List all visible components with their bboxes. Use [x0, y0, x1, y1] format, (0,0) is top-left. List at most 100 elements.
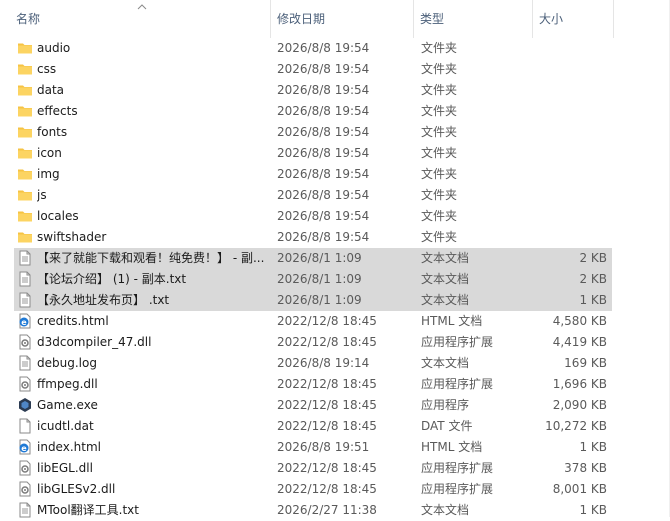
file-name: d3dcompiler_47.dll [37, 335, 152, 349]
file-name: audio [37, 41, 71, 55]
file-modified-date: 2022/12/8 18:45 [277, 482, 377, 496]
file-row[interactable]: 【永久地址发布页】 .txt 2026/8/1 1:09 文本文档 1 KB [14, 290, 612, 311]
file-name: MTool翻译工具.txt [37, 503, 139, 517]
file-type: 文本文档 [421, 503, 470, 517]
text-file-icon [17, 290, 33, 311]
file-row[interactable]: Game.exe 2022/12/8 18:45 应用程序 2,090 KB [14, 395, 612, 416]
file-modified-date: 2026/8/8 19:54 [277, 41, 370, 55]
folder-icon [17, 59, 33, 80]
file-modified-date: 2022/12/8 18:45 [277, 335, 377, 349]
file-modified-date: 2026/8/8 19:54 [277, 104, 370, 118]
file-row[interactable]: libEGL.dll 2022/12/8 18:45 应用程序扩展 378 KB [14, 458, 612, 479]
file-row[interactable]: icudtl.dat 2022/12/8 18:45 DAT 文件 10,272 KB [14, 416, 612, 437]
file-type: 文本文档 [421, 293, 470, 307]
file-type: 文件夹 [421, 146, 458, 160]
file-type: 文件夹 [421, 125, 458, 139]
file-modified-date: 2022/12/8 18:45 [277, 314, 377, 328]
file-modified-date: 2026/8/8 19:54 [277, 209, 370, 223]
text-file-icon [17, 248, 33, 269]
folder-icon [17, 80, 33, 101]
folder-row[interactable]: img 2026/8/8 19:54 文件夹 [14, 164, 612, 185]
file-type: 应用程序扩展 [421, 482, 494, 496]
folder-icon [17, 101, 33, 122]
text-file-icon [17, 500, 33, 521]
file-type: 文件夹 [421, 62, 458, 76]
file-name: effects [37, 104, 78, 118]
folder-row[interactable]: js 2026/8/8 19:54 文件夹 [14, 185, 612, 206]
column-header-size[interactable]: 大小 [533, 0, 613, 38]
app-exe-icon [17, 395, 33, 416]
file-name: 【来了就能下载和观看！纯免费！】 - 副... [37, 251, 265, 265]
file-size [534, 122, 607, 143]
file-type: 文件夹 [421, 104, 458, 118]
sort-ascending-icon [137, 4, 147, 10]
file-type: 文件夹 [421, 167, 458, 181]
file-type: 文本文档 [421, 251, 470, 265]
folder-row[interactable]: icon 2026/8/8 19:54 文件夹 [14, 143, 612, 164]
file-size [534, 185, 607, 206]
file-name: locales [37, 209, 79, 223]
file-modified-date: 2026/8/8 19:54 [277, 83, 370, 97]
file-name: ffmpeg.dll [37, 377, 98, 391]
file-modified-date: 2022/12/8 18:45 [277, 398, 377, 412]
column-header-type-label: 类型 [420, 12, 445, 26]
file-modified-date: 2026/8/8 19:54 [277, 125, 370, 139]
file-modified-date: 2026/8/8 19:54 [277, 146, 370, 160]
svg-text:e: e [21, 444, 27, 453]
column-header-type[interactable]: 类型 [414, 0, 532, 38]
file-row[interactable]: e index.html 2026/8/8 19:51 HTML 文档 1 KB [14, 437, 612, 458]
file-size: 4,580 KB [552, 314, 607, 328]
file-name: index.html [37, 440, 101, 454]
file-size [534, 38, 607, 59]
folder-icon [17, 143, 33, 164]
file-name: Game.exe [37, 398, 98, 412]
file-row[interactable]: 【论坛介绍】 (1) - 副本.txt 2026/8/1 1:09 文本文档 2 KB [14, 269, 612, 290]
file-row[interactable]: d3dcompiler_47.dll 2022/12/8 18:45 应用程序扩展 4… [14, 332, 612, 353]
file-size [534, 227, 607, 248]
file-name: img [37, 167, 60, 181]
folder-icon [17, 38, 33, 59]
file-row[interactable]: debug.log 2026/8/8 19:14 文本文档 169 KB [14, 353, 612, 374]
file-row[interactable]: e credits.html 2022/12/8 18:45 HTML 文档 4,580… [14, 311, 612, 332]
file-type: HTML 文档 [421, 314, 483, 328]
file-size: 2 KB [579, 272, 607, 286]
svg-text:e: e [21, 318, 27, 327]
folder-row[interactable]: data 2026/8/8 19:54 文件夹 [14, 80, 612, 101]
file-row[interactable]: ffmpeg.dll 2022/12/8 18:45 应用程序扩展 1,696 KB [14, 374, 612, 395]
file-type: 文件夹 [421, 188, 458, 202]
folder-row[interactable]: audio 2026/8/8 19:54 文件夹 [14, 38, 612, 59]
file-row[interactable]: 【来了就能下载和观看！纯免费！】 - 副... 2026/8/1 1:09 文本文档… [14, 248, 612, 269]
dll-file-icon [17, 332, 33, 353]
file-modified-date: 2026/2/27 11:38 [277, 503, 377, 517]
file-name: libGLESv2.dll [37, 482, 116, 496]
folder-row[interactable]: locales 2026/8/8 19:54 文件夹 [14, 206, 612, 227]
html-file-icon: e [17, 437, 33, 458]
file-modified-date: 2026/8/1 1:09 [277, 293, 362, 307]
file-size: 10,272 KB [545, 419, 607, 433]
column-header-date[interactable]: 修改日期 [271, 0, 413, 38]
file-modified-date: 2026/8/8 19:54 [277, 230, 370, 244]
folder-row[interactable]: fonts 2026/8/8 19:54 文件夹 [14, 122, 612, 143]
folder-row[interactable]: effects 2026/8/8 19:54 文件夹 [14, 101, 612, 122]
file-type: 文件夹 [421, 83, 458, 97]
file-modified-date: 2026/8/8 19:14 [277, 356, 370, 370]
file-row[interactable]: libGLESv2.dll 2022/12/8 18:45 应用程序扩展 8,001 … [14, 479, 612, 500]
column-divider[interactable] [613, 0, 614, 38]
file-name: css [37, 62, 57, 76]
html-file-icon: e [17, 311, 33, 332]
file-type: 应用程序扩展 [421, 377, 494, 391]
file-name: fonts [37, 125, 68, 139]
file-size: 1,696 KB [552, 377, 607, 391]
folder-icon [17, 206, 33, 227]
file-size [534, 206, 607, 227]
column-header-bar: 名称 修改日期 类型 大小 [0, 0, 670, 38]
file-type: 文件夹 [421, 209, 458, 223]
dll-file-icon [17, 479, 33, 500]
file-row[interactable]: MTool翻译工具.txt 2026/2/27 11:38 文本文档 1 KB [14, 500, 612, 521]
folder-row[interactable]: swiftshader 2026/8/8 19:54 文件夹 [14, 227, 612, 248]
file-size: 4,419 KB [552, 335, 607, 349]
folder-row[interactable]: css 2026/8/8 19:54 文件夹 [14, 59, 612, 80]
file-size [534, 143, 607, 164]
file-type: HTML 文档 [421, 440, 483, 454]
file-name: data [37, 83, 65, 97]
